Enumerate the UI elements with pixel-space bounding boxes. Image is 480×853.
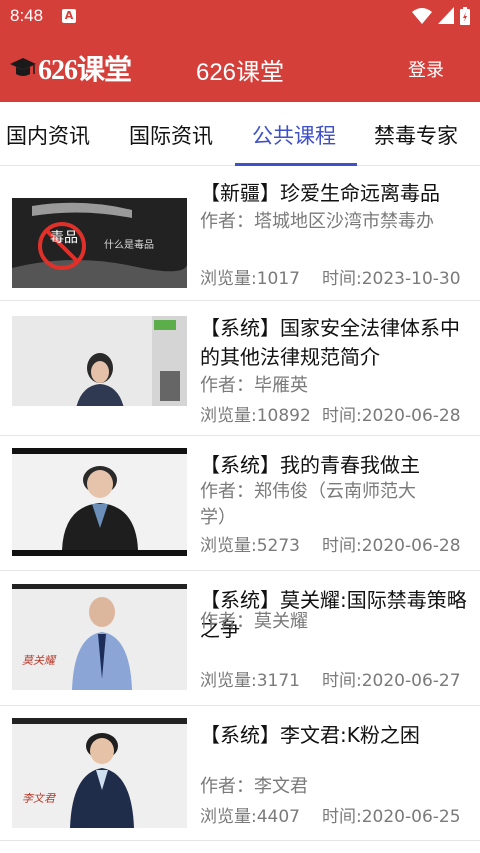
video-meta: 浏览量:5273 时间:2020-06-28 — [200, 531, 461, 556]
video-thumbnail: 李文君 — [12, 718, 187, 828]
video-title: 【系统】李文君:K粉之困 — [200, 723, 420, 747]
publish-date: 时间:2020-06-28 — [322, 536, 461, 556]
status-icons — [412, 7, 470, 25]
video-author: 作者：李文君 — [200, 776, 308, 797]
list-item[interactable]: 【系统】国家安全法律体系中的其他法律规范简介 作者：毕雁英 浏览量:10892 时… — [0, 301, 480, 436]
list-item[interactable]: 毒品 什么是毒品 【新疆】珍爱生命远离毒品 作者：塔城地区沙湾市禁毒办 浏览量:… — [0, 166, 480, 301]
view-count: 浏览量:4407 — [200, 807, 300, 827]
video-title: 【系统】国家安全法律体系中的其他法律规范简介 — [200, 316, 460, 369]
login-button[interactable]: 登录 — [408, 56, 444, 82]
wifi-icon — [412, 8, 432, 24]
view-count: 浏览量:10892 — [200, 406, 311, 426]
video-author: 作者：郑伟俊（云南师范大学） — [200, 481, 416, 528]
thumb-big-text: 毒品 — [50, 230, 78, 246]
thumb-caption: 莫关耀 — [22, 654, 57, 667]
video-meta: 浏览量:1017 时间:2023-10-30 — [200, 264, 461, 289]
video-thumbnail: 毒品 什么是毒品 — [12, 198, 187, 288]
tab-domestic-news[interactable]: 国内资讯 — [6, 120, 90, 150]
status-time: 8:48 — [10, 6, 44, 25]
publish-date: 时间:2020-06-27 — [322, 671, 461, 691]
video-title: 【新疆】珍爱生命远离毒品 — [200, 181, 440, 205]
video-thumbnail: 莫关耀 — [12, 584, 187, 690]
view-count: 浏览量:1017 — [200, 269, 300, 289]
tab-drug-experts[interactable]: 禁毒专家 — [374, 120, 458, 150]
video-meta: 浏览量:10892 时间:2020-06-28 — [200, 401, 461, 426]
tab-public-courses[interactable]: 公共课程 — [252, 120, 336, 150]
thumb-caption: 李文君 — [22, 792, 57, 805]
tab-international-news[interactable]: 国际资讯 — [129, 120, 213, 150]
video-author: 作者：莫关耀 — [200, 611, 308, 632]
category-tabs: 国内资讯 国际资讯 公共课程 禁毒专家 — [0, 102, 480, 166]
video-author: 作者：塔城地区沙湾市禁毒办 — [200, 211, 434, 232]
app-bar: 626课堂 626课堂 登录 — [0, 34, 480, 102]
publish-date: 时间:2020-06-25 — [322, 807, 461, 827]
signal-icon — [438, 7, 454, 24]
thumb-caption: 什么是毒品 — [104, 238, 154, 251]
status-bar: 8:48 A — [0, 0, 480, 34]
video-author: 作者：毕雁英 — [200, 375, 308, 396]
video-thumbnail — [12, 448, 187, 556]
view-count: 浏览量:5273 — [200, 536, 300, 556]
video-meta: 浏览量:4407 时间:2020-06-25 — [200, 802, 461, 827]
video-title: 【系统】我的青春我做主 — [200, 453, 420, 477]
notification-icon: A — [62, 9, 76, 23]
battery-icon — [460, 7, 470, 25]
publish-date: 时间:2023-10-30 — [322, 269, 461, 289]
publish-date: 时间:2020-06-28 — [322, 406, 461, 426]
video-thumbnail — [12, 316, 187, 406]
video-meta: 浏览量:3171 时间:2020-06-27 — [200, 666, 461, 691]
view-count: 浏览量:3171 — [200, 671, 300, 691]
